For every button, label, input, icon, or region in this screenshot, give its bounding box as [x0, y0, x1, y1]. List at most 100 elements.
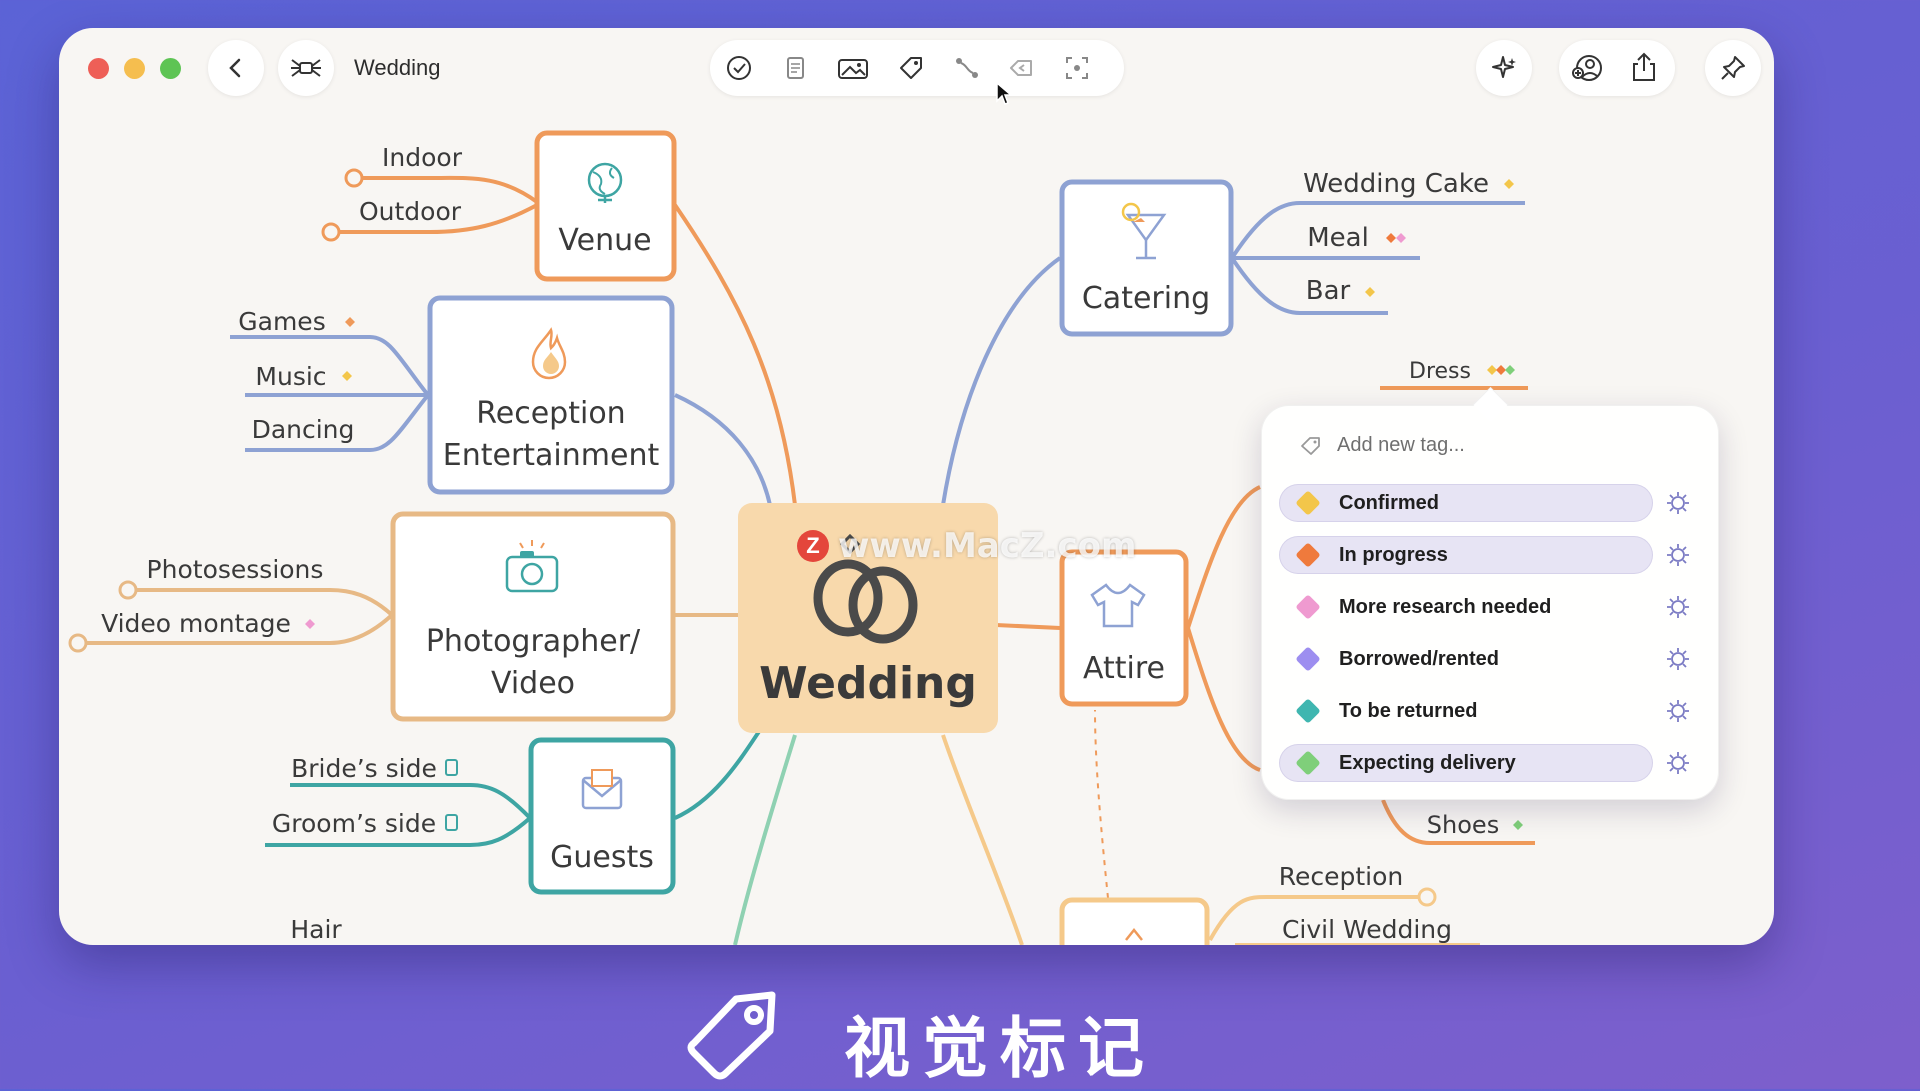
leaf-music[interactable]: Music — [255, 362, 326, 391]
leaf-brides-side[interactable]: Bride’s side — [291, 754, 437, 783]
leaf-indoor[interactable]: Indoor — [382, 143, 463, 172]
note-icon — [445, 814, 458, 831]
tag-label: More research needed — [1339, 595, 1552, 618]
tag-settings-icon[interactable] — [1665, 646, 1691, 672]
leaf-meal[interactable]: Meal — [1307, 223, 1369, 253]
share-icon[interactable] — [1628, 51, 1660, 83]
tag-delivery-icon — [1513, 820, 1523, 830]
leaf-hair[interactable]: Hair — [290, 915, 342, 944]
feature-label: 视觉标记 — [844, 1010, 1156, 1087]
tag-confirmed-icon — [1487, 365, 1497, 375]
node-ceremony[interactable] — [1059, 897, 1210, 980]
close-window-button[interactable] — [88, 58, 109, 79]
back-button[interactable] — [208, 40, 264, 96]
node-reception-label-1: Reception — [476, 396, 625, 431]
leaf-dress[interactable]: Dress — [1409, 359, 1471, 384]
node-reception-entertainment[interactable]: Reception Entertainment — [427, 295, 675, 495]
tag-label: Confirmed — [1339, 491, 1439, 514]
tag-label: In progress — [1339, 543, 1448, 566]
back-link-icon[interactable] — [1006, 53, 1036, 83]
leaf-outdoor[interactable]: Outdoor — [359, 197, 462, 226]
leaf-reception[interactable]: Reception — [1279, 862, 1404, 891]
leaf-shoes[interactable]: Shoes — [1427, 811, 1499, 839]
note-icon — [445, 759, 458, 776]
node-guests[interactable]: Guests — [528, 737, 676, 895]
node-photographer-label-2: Video — [491, 666, 575, 701]
central-label: Wedding — [759, 658, 977, 709]
map-style-button[interactable] — [278, 40, 334, 96]
tag-color-icon — [1295, 750, 1321, 776]
insert-toolbar — [710, 40, 1124, 96]
document-title: Wedding — [354, 55, 441, 80]
image-icon[interactable] — [836, 53, 870, 83]
tag-label: Expecting delivery — [1339, 751, 1516, 774]
inspector-button[interactable] — [1705, 40, 1761, 96]
collapse-marker[interactable] — [321, 222, 341, 242]
chevron-left-icon — [229, 58, 241, 78]
tag-icon[interactable] — [896, 53, 926, 83]
node-reception-label-2: Entertainment — [443, 438, 660, 473]
add-tag-input[interactable]: Add new tag... — [1337, 434, 1465, 457]
tag-color-icon — [1295, 698, 1321, 724]
collapse-marker[interactable] — [68, 633, 88, 653]
connection-icon[interactable] — [952, 53, 982, 83]
leaf-photosessions[interactable]: Photosessions — [147, 555, 324, 584]
node-photographer-label-1: Photographer/ — [426, 624, 641, 659]
sparkle-icon — [1492, 56, 1516, 78]
node-catering-label: Catering — [1082, 281, 1210, 316]
node-photographer[interactable]: Photographer/ Video — [390, 511, 676, 722]
node-attire[interactable]: Attire — [1059, 549, 1189, 707]
leaf-bar[interactable]: Bar — [1306, 276, 1351, 306]
tag-delivery-icon — [1505, 365, 1515, 375]
tag-in-progress-icon — [1386, 233, 1396, 243]
leaf-dancing[interactable]: Dancing — [252, 415, 355, 444]
tag-row[interactable]: Expecting delivery — [1279, 744, 1653, 782]
pin-icon — [1721, 56, 1745, 80]
node-attire-label: Attire — [1083, 651, 1165, 686]
tag-in-progress-icon — [1496, 365, 1506, 375]
tag-row[interactable]: To be returned — [1279, 692, 1653, 730]
mouse-cursor-icon — [996, 81, 1013, 105]
tag-confirmed-icon — [1365, 287, 1375, 297]
tag-label: Borrowed/rented — [1339, 647, 1500, 670]
tag-row[interactable]: More research needed — [1279, 588, 1653, 626]
zoom-window-button[interactable] — [160, 58, 181, 79]
node-venue-label: Venue — [558, 223, 651, 258]
node-venue[interactable]: Venue — [534, 130, 677, 282]
collaborate-icon[interactable] — [1572, 53, 1604, 83]
tag-row[interactable]: Borrowed/rented — [1279, 640, 1653, 678]
tag-color-icon — [1295, 542, 1321, 568]
leaf-video-montage[interactable]: Video montage — [101, 609, 291, 638]
note-icon[interactable] — [780, 53, 810, 83]
tag-label: To be returned — [1339, 699, 1478, 722]
leaf-games[interactable]: Games — [238, 307, 325, 336]
minimize-window-button[interactable] — [124, 58, 145, 79]
watermark-badge: Z — [797, 530, 829, 562]
tag-research-icon — [305, 619, 315, 629]
tag-color-icon — [1295, 594, 1321, 620]
tag-in-progress-icon — [345, 317, 355, 327]
tag-settings-icon[interactable] — [1665, 594, 1691, 620]
tag-row[interactable]: Confirmed — [1279, 484, 1653, 522]
tag-settings-icon[interactable] — [1665, 698, 1691, 724]
tag-row[interactable]: In progress — [1279, 536, 1653, 574]
collapse-marker[interactable] — [344, 168, 364, 188]
tag-settings-icon[interactable] — [1665, 750, 1691, 776]
leaf-wedding-cake[interactable]: Wedding Cake — [1303, 169, 1489, 199]
tag-research-icon — [1396, 233, 1406, 243]
leaf-civil-wedding[interactable]: Civil Wedding — [1282, 915, 1452, 944]
node-catering[interactable]: Catering — [1059, 179, 1234, 337]
share-group — [1559, 40, 1675, 96]
focus-icon[interactable] — [1062, 53, 1092, 83]
checkmark-icon[interactable] — [724, 53, 754, 83]
tag-large-icon — [687, 991, 776, 1080]
collapse-marker[interactable] — [1417, 887, 1437, 907]
leaf-grooms-side[interactable]: Groom’s side — [272, 809, 436, 838]
tag-color-icon — [1295, 646, 1321, 672]
ai-assist-button[interactable] — [1476, 40, 1532, 96]
tag-color-icon — [1295, 490, 1321, 516]
watermark-text: www.MacZ.com — [838, 526, 1137, 566]
tag-settings-icon[interactable] — [1665, 490, 1691, 516]
collapse-marker[interactable] — [118, 580, 138, 600]
tag-settings-icon[interactable] — [1665, 542, 1691, 568]
